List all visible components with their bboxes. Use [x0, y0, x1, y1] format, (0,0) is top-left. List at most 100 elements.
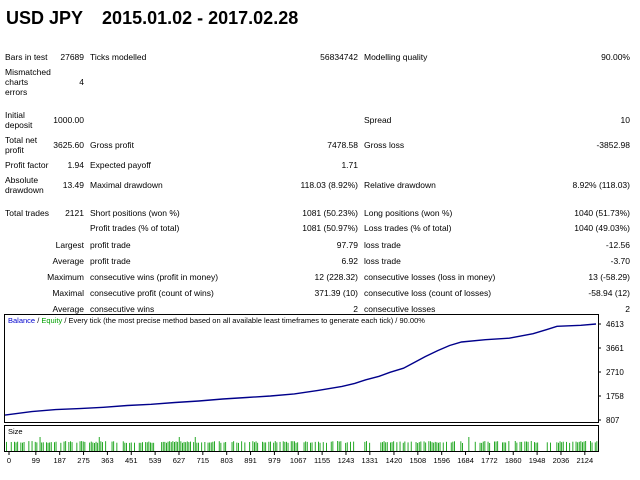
size-bar: [161, 442, 163, 451]
x-tick-label: 803: [220, 456, 233, 465]
size-bar: [46, 442, 47, 451]
avg-consecutive-losses-value: 2: [625, 304, 630, 314]
size-bar: [508, 441, 510, 451]
size-bar: [460, 441, 462, 451]
size-bar: [380, 442, 382, 451]
x-tick-label: 1243: [338, 456, 355, 465]
size-bar: [254, 442, 255, 451]
size-bar: [330, 441, 332, 451]
size-bar: [177, 441, 179, 451]
size-bar: [220, 442, 222, 451]
size-bar: [497, 441, 499, 451]
size-bar: [146, 442, 148, 451]
x-tick-label: 1067: [290, 456, 307, 465]
size-bar: [318, 441, 319, 451]
average-loss-label: loss trade: [364, 256, 401, 266]
y-tick-label: 4613: [606, 320, 624, 329]
symbol-name: USD JPY: [6, 8, 84, 28]
initial-deposit-label: Initial deposit: [5, 110, 33, 130]
x-tick-label: 1860: [505, 456, 522, 465]
size-bar: [306, 441, 308, 451]
profit-factor-value: 1.94: [67, 160, 84, 170]
size-bar: [257, 442, 259, 451]
size-frame: [4, 425, 599, 452]
size-bar: [503, 442, 505, 451]
size-bar: [396, 442, 398, 451]
size-bar: [169, 441, 171, 451]
size-bar: [418, 442, 420, 451]
size-bar: [559, 441, 561, 451]
size-bar: [284, 441, 286, 451]
size-bar: [524, 441, 526, 451]
size-bar: [452, 441, 454, 451]
size-bar: [36, 442, 38, 451]
size-bar: [505, 442, 507, 451]
size-bar: [502, 442, 503, 451]
size-bar: [249, 442, 251, 451]
x-axis: 0 99 187 275 363 451 539 627 715 803 891 979 1067 115…: [7, 452, 593, 465]
size-bar: [276, 442, 278, 451]
size-bar: [82, 441, 84, 451]
size-bar: [39, 437, 41, 451]
x-tick-label: 2036: [553, 456, 570, 465]
size-bar: [31, 441, 33, 451]
size-bar: [162, 441, 164, 451]
total-trades-value: 2121: [65, 208, 84, 218]
size-bar: [81, 441, 83, 451]
balance-chart-svg: Balance / Equity / Every tick (the most …: [4, 314, 624, 465]
size-bar: [430, 441, 431, 451]
size-bar: [63, 441, 65, 451]
size-bar: [153, 442, 155, 451]
size-bar: [314, 441, 316, 451]
size-bar: [369, 442, 371, 451]
size-bar: [590, 441, 591, 451]
size-bar: [326, 442, 327, 451]
size-bar: [10, 442, 12, 451]
size-bar: [319, 442, 321, 451]
absolute-drawdown-value: 13.49: [62, 180, 84, 190]
size-bar: [594, 442, 596, 451]
size-bar: [188, 442, 190, 451]
size-bar: [244, 442, 246, 451]
maximal-consecutive-loss-value: -58.94 (12): [588, 288, 630, 298]
y-tick-label: 3661: [606, 344, 624, 353]
size-bar: [353, 441, 355, 451]
largest-profit-label: profit trade: [90, 240, 131, 250]
max-consecutive-losses-label: consecutive losses (loss in money): [364, 272, 496, 282]
size-bar: [209, 442, 211, 451]
size-bar: [20, 442, 22, 451]
size-bar: [338, 441, 340, 451]
size-bar: [580, 441, 582, 451]
size-bar: [172, 441, 174, 451]
size-bar: [231, 442, 233, 451]
size-bar: [218, 441, 220, 451]
x-tick-label: 1948: [529, 456, 546, 465]
size-bar: [210, 442, 212, 451]
x-tick-label: 1684: [457, 456, 474, 465]
size-bar: [434, 441, 436, 451]
x-tick-label: 275: [77, 456, 90, 465]
expected-payoff-value: 1.71: [341, 160, 358, 170]
size-bar: [47, 442, 49, 451]
size-bar: [130, 442, 132, 451]
size-bar: [516, 442, 518, 451]
size-bar: [196, 442, 198, 451]
long-positions-value: 1040 (51.73%): [574, 208, 630, 218]
size-bar: [167, 441, 169, 451]
size-bar: [350, 441, 351, 451]
size-bar: [436, 442, 438, 451]
size-bar: [410, 441, 412, 451]
size-bar: [175, 441, 177, 451]
size-bar: [6, 441, 7, 451]
size-bar: [105, 441, 107, 451]
size-bar: [49, 442, 51, 451]
size-bar: [534, 442, 535, 451]
size-bar: [129, 442, 131, 451]
size-bar: [145, 442, 147, 451]
size-bar: [399, 441, 401, 451]
y-tick-label: 1758: [606, 392, 624, 401]
spread-label: Spread: [364, 115, 392, 125]
average-loss-value: -3.70: [610, 256, 630, 266]
size-bar: [569, 442, 571, 451]
x-tick-label: 1331: [361, 456, 378, 465]
